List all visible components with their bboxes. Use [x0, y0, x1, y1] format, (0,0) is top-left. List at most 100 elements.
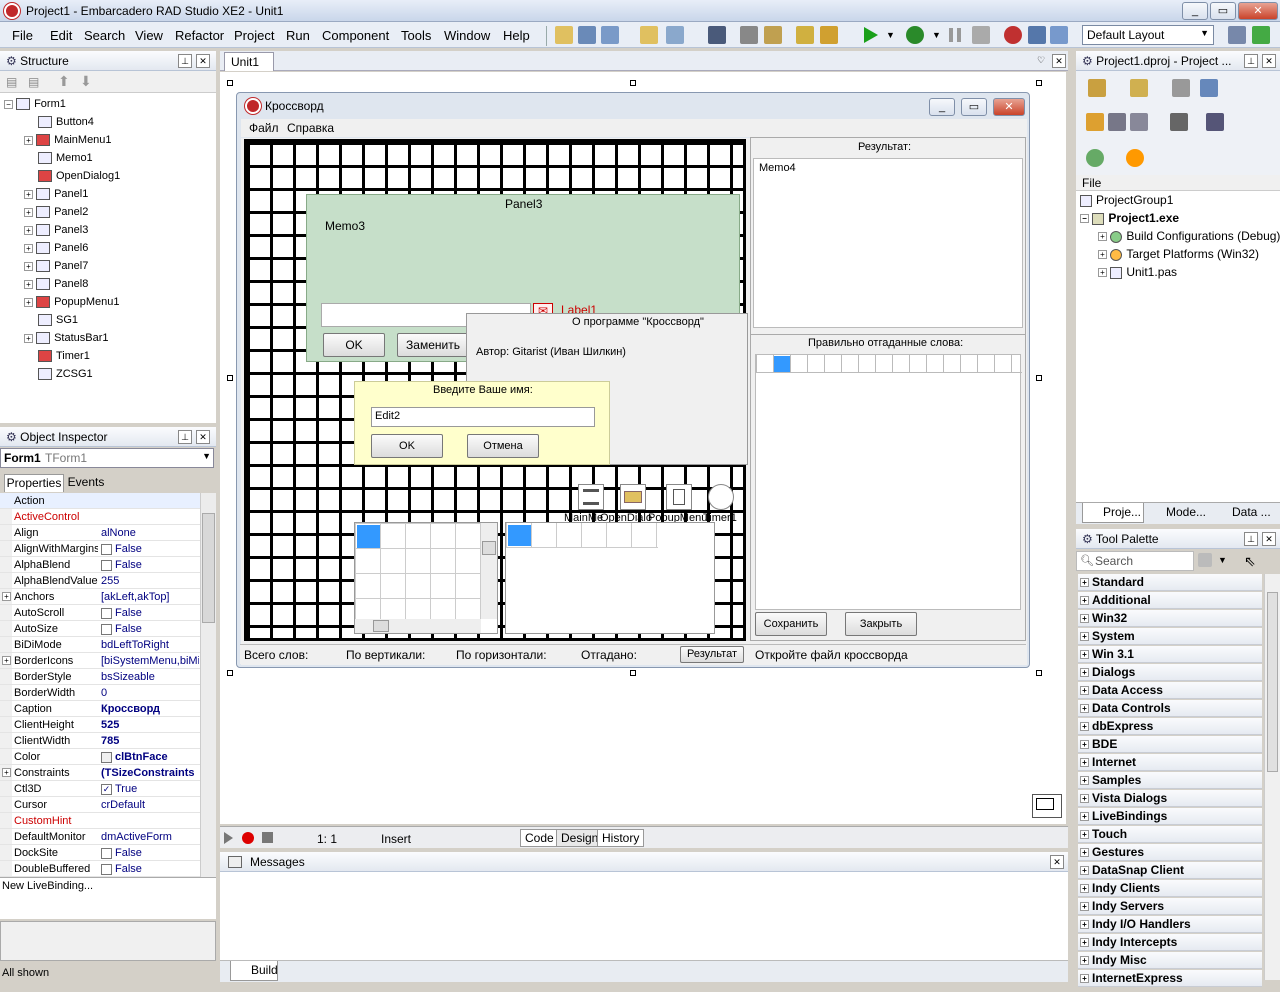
memo4[interactable]: Memo4	[753, 158, 1023, 328]
expand-icon[interactable]: +	[1080, 920, 1089, 929]
palette-category[interactable]: + System	[1078, 628, 1262, 645]
expand-icon[interactable]: +	[1080, 812, 1089, 821]
tree-item[interactable]: + Panel6	[24, 239, 88, 257]
save-desktop-icon[interactable]	[1228, 26, 1246, 44]
mainmenu-component-icon[interactable]	[578, 484, 604, 510]
name-cancel-button[interactable]: Отмена	[467, 434, 539, 458]
palette-category[interactable]: + Internet	[1078, 754, 1262, 771]
property-value[interactable]: 0	[101, 685, 199, 701]
property-value[interactable]: False	[101, 541, 199, 557]
pause-icon[interactable]	[949, 28, 961, 42]
tree-item[interactable]: + MainMenu1	[24, 131, 112, 149]
tab-code[interactable]: Code	[520, 829, 559, 847]
palette-scrollbar[interactable]	[1264, 574, 1280, 980]
correct-words-grid[interactable]	[755, 354, 1022, 610]
expand-icon[interactable]: +	[1080, 794, 1089, 803]
stop-record-icon[interactable]	[262, 832, 273, 843]
checkbox[interactable]	[101, 863, 112, 875]
menu-run[interactable]: Run	[286, 28, 310, 43]
property-value[interactable]: 525	[101, 717, 199, 733]
form-close-button[interactable]: ✕	[993, 98, 1025, 116]
palette-category[interactable]: + InternetExpress	[1078, 970, 1262, 987]
name-ok-button[interactable]: OK	[371, 434, 443, 458]
property-value[interactable]: crDefault	[101, 797, 199, 813]
scrollbar[interactable]	[481, 523, 497, 619]
property-row[interactable]: Align alNone	[0, 525, 200, 541]
toggle-form-icon[interactable]	[740, 26, 758, 44]
expand-icon[interactable]: +	[2, 592, 11, 601]
add-file-icon[interactable]	[796, 26, 814, 44]
expand-icon[interactable]: +	[1080, 578, 1089, 587]
property-value[interactable]: False	[101, 605, 199, 621]
pin-icon[interactable]: ⊥	[178, 430, 192, 444]
menu-window[interactable]: Window	[444, 28, 490, 43]
expand-icon[interactable]: +	[1080, 740, 1089, 749]
pin-icon[interactable]: ⊥	[178, 54, 192, 68]
checkbox[interactable]	[101, 607, 112, 619]
expand-icon[interactable]: +	[1080, 866, 1089, 875]
property-row[interactable]: BorderStyle bsSizeable	[0, 669, 200, 685]
property-row[interactable]: DoubleBuffered False	[0, 861, 200, 877]
property-row[interactable]: CustomHint	[0, 813, 200, 829]
run-icon[interactable]	[864, 27, 878, 43]
tree-item[interactable]: + Panel1	[24, 185, 88, 203]
property-row[interactable]: AlphaBlendValue 255	[0, 573, 200, 589]
palette-category[interactable]: + Touch	[1078, 826, 1262, 843]
tree-item[interactable]: ProjectGroup1	[1080, 191, 1173, 209]
tree-item[interactable]: + Panel2	[24, 203, 88, 221]
run-debug-dropdown-icon[interactable]: ▼	[932, 30, 941, 40]
reopen-icon[interactable]	[666, 26, 684, 44]
play-icon[interactable]	[224, 832, 233, 844]
tab-build[interactable]: Build	[230, 961, 278, 981]
property-value[interactable]: bdLeftToRight	[101, 637, 199, 653]
property-value[interactable]: False	[101, 621, 199, 637]
remove-file-icon[interactable]	[820, 26, 838, 44]
palette-category[interactable]: + BDE	[1078, 736, 1262, 753]
palette-category[interactable]: + Indy Clients	[1078, 880, 1262, 897]
build-icon[interactable]	[1206, 113, 1224, 131]
open-project-icon[interactable]	[578, 26, 596, 44]
expand-icon[interactable]: +	[1080, 956, 1089, 965]
property-row[interactable]: Color clBtnFace	[0, 749, 200, 765]
layout-combo[interactable]: Default Layout ▼	[1082, 25, 1214, 45]
property-value[interactable]: clBtnFace	[101, 749, 199, 765]
palette-category[interactable]: + Indy Servers	[1078, 898, 1262, 915]
small-grid-1[interactable]	[354, 522, 498, 634]
chevron-down-icon[interactable]: ▼	[202, 451, 211, 461]
tree-item[interactable]: + Target Platforms (Win32)	[1098, 245, 1259, 263]
stop-icon[interactable]	[972, 26, 990, 44]
palette-category[interactable]: + Gestures	[1078, 844, 1262, 861]
form-menu-help[interactable]: Справка	[287, 121, 334, 135]
form-minimize-button[interactable]: _	[929, 98, 955, 116]
property-row[interactable]: BiDiMode bdLeftToRight	[0, 637, 200, 653]
sync-icon[interactable]	[1086, 113, 1104, 131]
expand-icon[interactable]: +	[1080, 974, 1089, 983]
tab-data[interactable]: Data ...	[1216, 505, 1271, 519]
palette-filter-icon[interactable]	[1198, 553, 1212, 567]
scrollbar[interactable]	[355, 619, 481, 633]
property-value[interactable]: 255	[101, 573, 199, 589]
maximize-button[interactable]: ▭	[1210, 2, 1236, 20]
property-value[interactable]: False	[101, 845, 199, 861]
tree-item[interactable]: + Panel8	[24, 275, 88, 293]
palette-category[interactable]: + Win32	[1078, 610, 1262, 627]
run-without-debug-icon[interactable]	[906, 26, 924, 44]
checkbox[interactable]	[101, 543, 112, 555]
property-row[interactable]: Ctl3D ✓ True	[0, 781, 200, 797]
memo3[interactable]: Memo3	[325, 219, 365, 233]
property-row[interactable]: AutoSize False	[0, 621, 200, 637]
expand-icon[interactable]: +	[2, 768, 11, 777]
set-debug-desktop-icon[interactable]	[1252, 26, 1270, 44]
result-button[interactable]: Результат	[680, 646, 744, 663]
tree-item[interactable]: Timer1	[38, 347, 90, 365]
trace-into-icon[interactable]	[1004, 26, 1022, 44]
livebinding-link[interactable]: New LiveBinding...	[0, 877, 216, 919]
menu-refactor[interactable]: Refactor	[175, 28, 224, 43]
small-grid-2[interactable]	[505, 522, 715, 634]
tree-item[interactable]: − Form1	[4, 95, 66, 113]
menu-tools[interactable]: Tools	[401, 28, 431, 43]
expand-icon[interactable]: +	[1080, 650, 1089, 659]
tree-item[interactable]: SG1	[38, 311, 78, 329]
palette-category[interactable]: + Vista Dialogs	[1078, 790, 1262, 807]
palette-category[interactable]: + Data Access	[1078, 682, 1262, 699]
